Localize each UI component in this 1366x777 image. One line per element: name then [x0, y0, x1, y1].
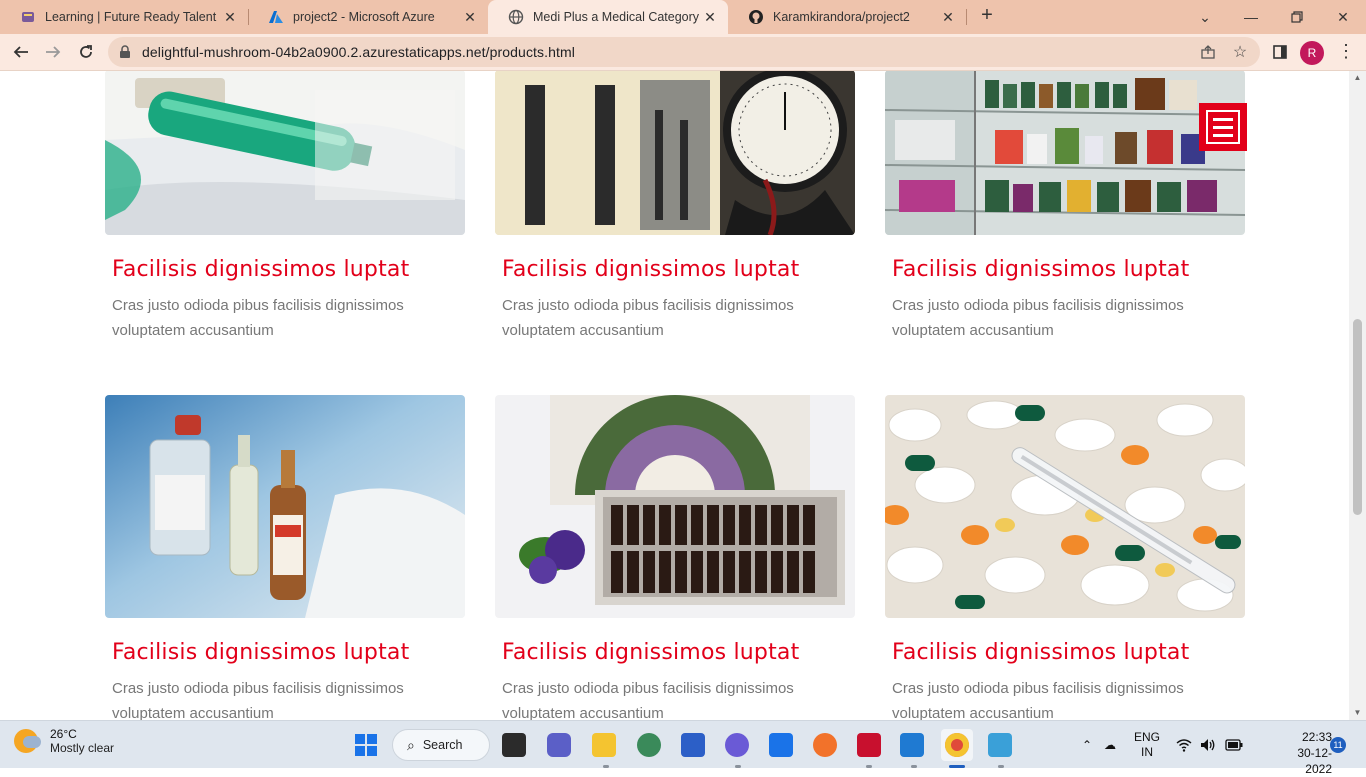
product-description: Cras justo odioda pibus facilisis dignis…: [502, 297, 794, 339]
bookmark-star-icon[interactable]: ☆: [1226, 38, 1254, 66]
search-icon: ⌕: [407, 736, 415, 753]
scroll-up-icon[interactable]: ▲: [1349, 71, 1366, 85]
product-description: Cras justo odioda pibus facilisis dignis…: [112, 297, 404, 339]
forward-button[interactable]: [40, 39, 66, 65]
mcafee-icon[interactable]: [853, 729, 885, 761]
remedy-bottles-image: [495, 395, 855, 618]
weather-icon: [14, 729, 41, 753]
back-button[interactable]: [8, 39, 34, 65]
close-window-button[interactable]: ✕: [1320, 0, 1366, 34]
tab-title: Karamkirandora/project2: [773, 10, 910, 24]
pills-thermometer-image: [885, 395, 1245, 618]
product-description: Cras justo odioda pibus facilisis dignis…: [892, 297, 1184, 339]
vials-ampoules-image: [105, 395, 465, 618]
azure-icon: [268, 9, 284, 25]
firefox-icon[interactable]: [809, 729, 841, 761]
tab-search-chevron-icon[interactable]: ⌄: [1182, 0, 1228, 34]
globe-icon: [508, 9, 524, 25]
tray-overflow-chevron-icon[interactable]: ⌃: [1082, 721, 1092, 769]
chrome-icon[interactable]: [941, 729, 973, 761]
minimize-button[interactable]: —: [1228, 0, 1274, 34]
teams-chat-icon[interactable]: [543, 729, 575, 761]
page-viewport: Facilisis dignissimos luptat Cras justo …: [0, 71, 1366, 720]
vscode-icon[interactable]: [896, 729, 928, 761]
product-title[interactable]: Facilisis dignissimos luptat: [502, 257, 855, 282]
product-card[interactable]: Facilisis dignissimos luptat Cras justo …: [885, 395, 1245, 720]
copilot-icon[interactable]: [721, 729, 753, 761]
hamburger-menu-button[interactable]: [1199, 103, 1247, 151]
tab-title: Learning | Future Ready Talent: [45, 10, 217, 24]
tab-github[interactable]: Karamkirandora/project2 ✕: [728, 0, 966, 34]
lock-icon[interactable]: [118, 45, 132, 59]
windows-taskbar: 26°C Mostly clear ⌕ Search ⌃ ☁ ENG IN 22…: [0, 720, 1366, 776]
new-tab-button[interactable]: +: [976, 5, 998, 27]
tab-title: project2 - Microsoft Azure: [293, 10, 435, 24]
volume-icon[interactable]: [1200, 721, 1216, 769]
tab-azure[interactable]: project2 - Microsoft Azure ✕: [248, 0, 488, 34]
close-tab-icon[interactable]: ✕: [462, 9, 478, 26]
product-card[interactable]: Facilisis dignissimos luptat Cras justo …: [495, 395, 855, 720]
side-panel-icon[interactable]: [1266, 38, 1294, 66]
blood-pressure-gauge-image: [495, 71, 855, 235]
lang-code: ENG: [1134, 730, 1161, 744]
task-view-icon[interactable]: [498, 729, 530, 761]
close-tab-icon[interactable]: ✕: [222, 9, 238, 26]
start-button[interactable]: [350, 729, 382, 761]
scroll-down-icon[interactable]: ▼: [1349, 706, 1366, 720]
lang-region: IN: [1141, 745, 1153, 759]
file-explorer-icon[interactable]: [588, 729, 620, 761]
product-title[interactable]: Facilisis dignissimos luptat: [112, 640, 465, 665]
tab-strip: Learning | Future Ready Talent ✕ project…: [0, 0, 1366, 34]
reload-button[interactable]: [73, 39, 99, 65]
mail-icon[interactable]: [765, 729, 797, 761]
pharmacy-shelves-image: [885, 71, 1245, 235]
tab-learning[interactable]: Learning | Future Ready Talent ✕: [0, 0, 248, 34]
product-title[interactable]: Facilisis dignissimos luptat: [502, 640, 855, 665]
photos-icon[interactable]: [633, 729, 665, 761]
hamburger-icon: [1206, 110, 1240, 144]
taskbar-search[interactable]: ⌕ Search: [392, 729, 490, 761]
language-indicator[interactable]: ENG IN: [1134, 721, 1160, 769]
onedrive-cloud-icon[interactable]: ☁: [1104, 721, 1116, 769]
graduation-icon: [20, 9, 36, 25]
product-card[interactable]: Facilisis dignissimos luptat Cras justo …: [105, 71, 465, 343]
browser-toolbar: delightful-mushroom-04b2a0900.2.azuresta…: [0, 34, 1366, 71]
syringe-image: [105, 71, 465, 235]
clock-date: 30-12-2022: [1297, 746, 1332, 776]
product-description: Cras justo odioda pibus facilisis dignis…: [502, 680, 794, 720]
system-clock[interactable]: 22:33 30-12-2022: [1280, 729, 1332, 777]
clock-time: 22:33: [1301, 730, 1332, 744]
weather-temp: 26°C: [50, 727, 77, 741]
share-icon[interactable]: [1194, 38, 1222, 66]
weather-widget[interactable]: 26°C Mostly clear: [14, 727, 114, 755]
wifi-icon[interactable]: [1176, 721, 1192, 769]
product-card[interactable]: Facilisis dignissimos luptat Cras justo …: [885, 71, 1245, 343]
product-card[interactable]: Facilisis dignissimos luptat Cras justo …: [495, 71, 855, 343]
product-description: Cras justo odioda pibus facilisis dignis…: [112, 680, 404, 720]
github-icon: [748, 9, 764, 25]
product-title[interactable]: Facilisis dignissimos luptat: [112, 257, 465, 282]
tab-title: Medi Plus a Medical Category Fla: [533, 10, 702, 24]
address-bar[interactable]: delightful-mushroom-04b2a0900.2.azuresta…: [108, 37, 1260, 67]
url-text: delightful-mushroom-04b2a0900.2.azuresta…: [142, 44, 575, 60]
page-scrollbar[interactable]: ▲ ▼: [1349, 71, 1366, 720]
azure-data-studio-icon[interactable]: [677, 729, 709, 761]
weather-desc: Mostly clear: [50, 741, 115, 755]
notification-badge[interactable]: 11: [1330, 737, 1346, 753]
notepad-icon[interactable]: [984, 729, 1016, 761]
product-title[interactable]: Facilisis dignissimos luptat: [892, 640, 1245, 665]
close-tab-icon[interactable]: ✕: [702, 9, 718, 26]
close-tab-icon[interactable]: ✕: [940, 9, 956, 26]
product-description: Cras justo odioda pibus facilisis dignis…: [892, 680, 1184, 720]
product-card[interactable]: Facilisis dignissimos luptat Cras justo …: [105, 395, 465, 720]
profile-avatar[interactable]: R: [1300, 41, 1324, 65]
product-title[interactable]: Facilisis dignissimos luptat: [892, 257, 1245, 282]
tab-medi-plus[interactable]: Medi Plus a Medical Category Fla ✕: [488, 0, 728, 34]
search-label: Search: [422, 738, 463, 752]
scrollbar-thumb[interactable]: [1353, 319, 1362, 515]
browser-menu-icon[interactable]: ⋮: [1336, 40, 1356, 64]
maximize-button[interactable]: [1274, 0, 1320, 34]
battery-icon[interactable]: [1225, 721, 1243, 769]
